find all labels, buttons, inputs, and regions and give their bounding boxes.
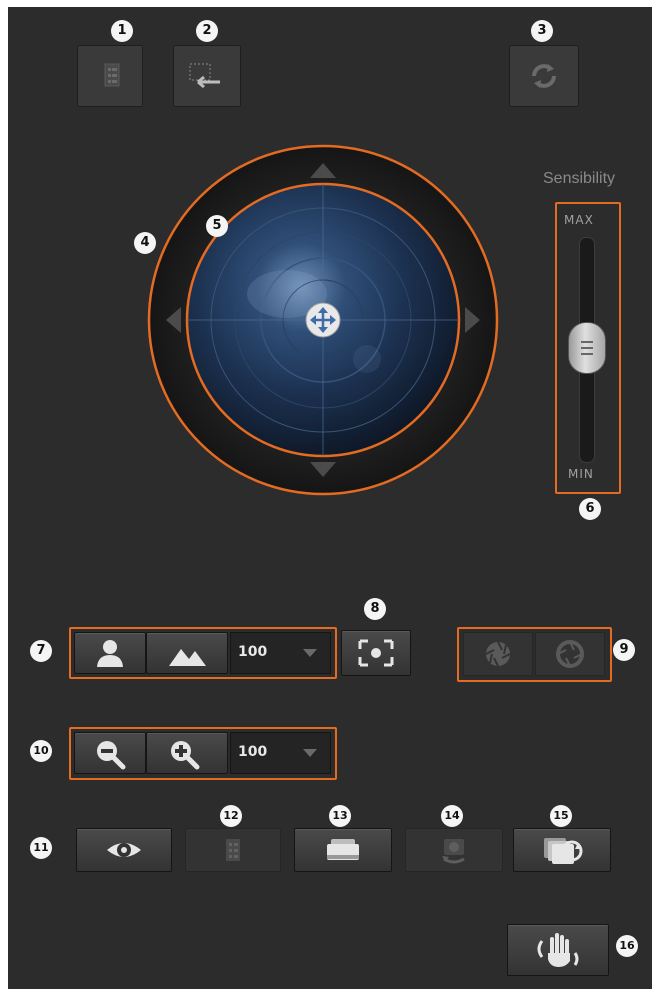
list-icon <box>104 63 120 87</box>
refresh-icon <box>532 64 556 88</box>
badge-4: 4 <box>134 232 156 254</box>
iris-close-button[interactable] <box>463 632 533 676</box>
badge-9: 9 <box>613 639 635 661</box>
return-icon <box>189 63 220 89</box>
chevron-down-icon <box>303 649 317 657</box>
camera-rotate-icon <box>442 839 465 864</box>
grip-icon <box>581 341 593 355</box>
chevron-down-icon <box>303 749 317 757</box>
zoom-out-icon <box>97 741 126 770</box>
view-button[interactable] <box>76 828 172 872</box>
badge-3: 3 <box>531 20 553 42</box>
multi-rotate-button[interactable] <box>513 828 611 872</box>
zoom-value: 100 <box>238 744 268 760</box>
layers-icon <box>327 839 359 860</box>
aperture-closed-icon <box>485 641 511 667</box>
multi-camera-rotate-icon <box>544 838 583 864</box>
badge-15: 15 <box>550 805 572 827</box>
badge-11: 11 <box>30 837 52 859</box>
sensibility-min-label: MIN <box>568 467 594 481</box>
aperture-open-icon <box>556 640 584 668</box>
layers-button[interactable] <box>294 828 392 872</box>
badge-10: 10 <box>30 740 52 762</box>
badge-13: 13 <box>329 805 351 827</box>
focus-target-button[interactable] <box>341 630 411 676</box>
badge-5: 5 <box>206 215 228 237</box>
list-button[interactable] <box>77 45 143 107</box>
person-icon <box>97 640 123 667</box>
badge-7: 7 <box>30 640 52 662</box>
badge-14: 14 <box>441 805 463 827</box>
iris-open-button[interactable] <box>535 632 605 676</box>
portrait-button[interactable] <box>74 632 146 674</box>
zoom-in-button[interactable] <box>146 732 228 774</box>
refresh-button[interactable] <box>509 45 579 107</box>
badge-1: 1 <box>111 20 133 42</box>
ptz-joystick[interactable] <box>147 144 499 496</box>
preset-list-button[interactable] <box>185 828 281 872</box>
focus-target-icon <box>358 639 394 667</box>
zoom-value-dropdown[interactable]: 100 <box>230 732 331 774</box>
ptz-control-panel: Sensibility MAX MIN 100 100 1 2 3 4 5 6 … <box>8 7 652 989</box>
zoom-out-button[interactable] <box>74 732 146 774</box>
sensibility-max-label: MAX <box>564 213 594 227</box>
landscape-button[interactable] <box>146 632 228 674</box>
mountain-icon <box>169 649 206 666</box>
sensibility-slider-thumb[interactable] <box>568 322 606 374</box>
eye-icon <box>107 843 141 857</box>
focus-value-dropdown[interactable]: 100 <box>230 632 331 674</box>
hand-wave-icon <box>537 933 579 967</box>
sensibility-title: Sensibility <box>543 170 616 187</box>
return-button[interactable] <box>173 45 241 107</box>
gesture-button[interactable] <box>507 924 609 976</box>
zoom-in-icon <box>171 741 200 770</box>
badge-12: 12 <box>220 805 242 827</box>
focus-value: 100 <box>238 644 268 660</box>
rotate-back-button[interactable] <box>405 828 503 872</box>
badge-16: 16 <box>616 935 638 957</box>
badge-6: 6 <box>579 498 601 520</box>
badge-8: 8 <box>364 598 386 620</box>
move-icon[interactable] <box>305 302 341 338</box>
badge-2: 2 <box>196 20 218 42</box>
list-icon <box>226 839 240 861</box>
